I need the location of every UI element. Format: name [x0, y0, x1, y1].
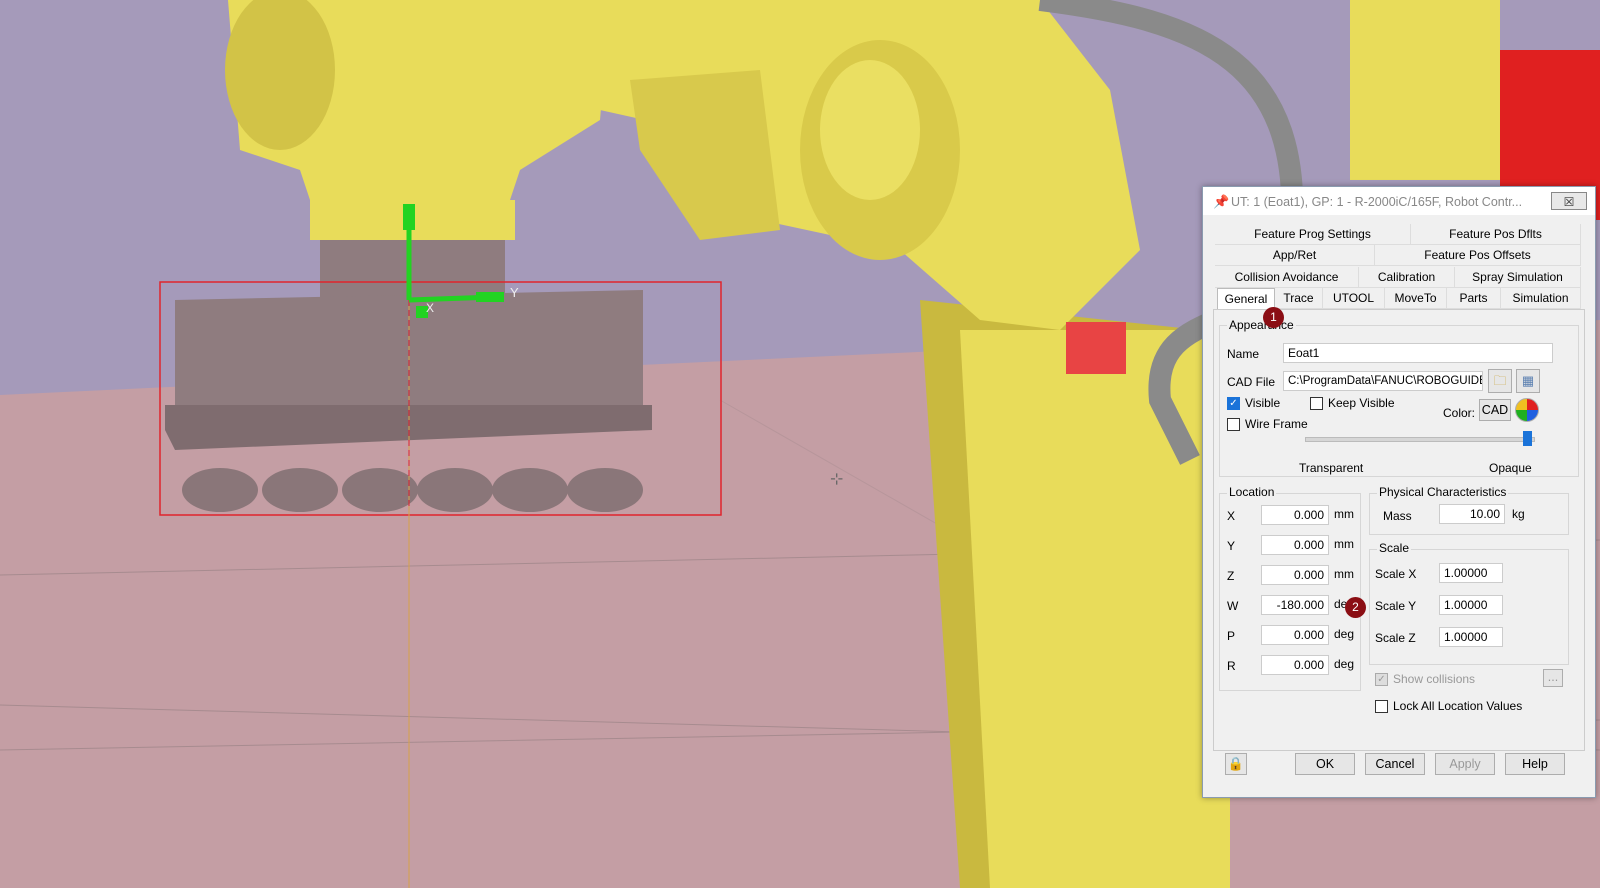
location-unit: deg	[1334, 627, 1355, 641]
tab-collision-avoidance[interactable]: Collision Avoidance	[1215, 267, 1359, 288]
robot-column	[960, 330, 1230, 888]
tab-moveto[interactable]: MoveTo	[1385, 288, 1447, 309]
lock-location-checkbox[interactable]	[1375, 700, 1388, 713]
scale-input[interactable]: 1.00000	[1439, 595, 1503, 615]
robot-joint-highlight	[820, 60, 920, 200]
cancel-button[interactable]: Cancel	[1365, 753, 1425, 775]
robot-yellow-part	[1350, 0, 1500, 180]
location-unit: deg	[1334, 657, 1355, 671]
cad-library-icon[interactable]: ▦	[1516, 369, 1540, 393]
location-axis-label: W	[1227, 599, 1239, 613]
transparent-label: Transparent	[1299, 461, 1364, 475]
location-unit: mm	[1334, 507, 1354, 521]
x-axis-label: X	[426, 301, 434, 315]
show-collisions-label: Show collisions	[1393, 672, 1476, 686]
location-axis-label: Z	[1227, 569, 1235, 583]
physical-group-label: Physical Characteristics	[1377, 485, 1509, 499]
pin-icon[interactable]: 📌	[1213, 194, 1229, 210]
name-input[interactable]: Eoat1	[1283, 343, 1553, 363]
scale-label: Scale Z	[1375, 631, 1416, 645]
wire-frame-label: Wire Frame	[1245, 417, 1308, 431]
opacity-slider-thumb[interactable]	[1523, 431, 1532, 446]
location-w-input[interactable]: -180.000	[1261, 595, 1329, 615]
wire-frame-checkbox[interactable]	[1227, 418, 1240, 431]
flange	[320, 240, 505, 300]
tab-spray-simulation[interactable]: Spray Simulation	[1455, 267, 1581, 288]
tab-trace[interactable]: Trace	[1275, 288, 1323, 309]
name-label: Name	[1227, 347, 1260, 361]
close-button[interactable]: ☒	[1551, 192, 1587, 210]
show-collisions-checkbox: ✓	[1375, 673, 1388, 686]
location-axis-label: X	[1227, 509, 1236, 523]
lock-icon[interactable]: 🔒	[1225, 753, 1247, 775]
help-button[interactable]: Help	[1505, 753, 1565, 775]
y-axis-tip	[476, 292, 504, 302]
robot-red-part	[1066, 322, 1126, 374]
lock-location-label: Lock All Location Values	[1393, 699, 1523, 713]
color-picker-icon[interactable]	[1515, 398, 1539, 422]
scale-input[interactable]: 1.00000	[1439, 627, 1503, 647]
tab-calibration[interactable]: Calibration	[1359, 267, 1455, 288]
collisions-more-button: ...	[1543, 669, 1563, 687]
location-unit: mm	[1334, 567, 1354, 581]
appearance-group-label: Appearance	[1227, 318, 1296, 332]
tab-general[interactable]: General	[1217, 288, 1275, 309]
opaque-label: Opaque	[1489, 461, 1532, 475]
tab-app-ret[interactable]: App/Ret	[1215, 245, 1375, 266]
apply-button: Apply	[1435, 753, 1495, 775]
step-badge-2: 2	[1345, 597, 1366, 618]
color-label: Color:	[1443, 406, 1476, 420]
location-z-input[interactable]: 0.000	[1261, 565, 1329, 585]
tab-simulation[interactable]: Simulation	[1501, 288, 1581, 309]
location-axis-label: Y	[1227, 539, 1236, 553]
tab-feature-pos-dflts[interactable]: Feature Pos Dflts	[1411, 224, 1581, 245]
cad-color-button[interactable]: CAD	[1479, 399, 1511, 421]
dialog-titlebar[interactable]: 📌 UT: 1 (Eoat1), GP: 1 - R-2000iC/165F, …	[1203, 187, 1595, 215]
scale-label: Scale X	[1375, 567, 1417, 581]
tool-properties-dialog[interactable]: 📌 UT: 1 (Eoat1), GP: 1 - R-2000iC/165F, …	[1202, 186, 1596, 798]
scale-group-label: Scale	[1377, 541, 1412, 555]
location-p-input[interactable]: 0.000	[1261, 625, 1329, 645]
ok-button[interactable]: OK	[1295, 753, 1355, 775]
cad-file-label: CAD File	[1227, 375, 1276, 389]
location-y-input[interactable]: 0.000	[1261, 535, 1329, 555]
opacity-slider-track[interactable]	[1305, 437, 1535, 442]
scale-label: Scale Y	[1375, 599, 1417, 613]
y-axis-label: Y	[510, 285, 519, 300]
crosshair-cursor-icon: ⊹	[830, 469, 843, 488]
location-x-input[interactable]: 0.000	[1261, 505, 1329, 525]
folder-open-icon[interactable]: 🗀	[1488, 369, 1512, 393]
keep-visible-checkbox[interactable]	[1310, 397, 1323, 410]
location-group-label: Location	[1227, 485, 1277, 499]
visible-label: Visible	[1245, 396, 1281, 410]
tab-parts[interactable]: Parts	[1447, 288, 1501, 309]
tab-feature-pos-offsets[interactable]: Feature Pos Offsets	[1375, 245, 1581, 266]
cad-file-input[interactable]: C:\ProgramData\FANUC\ROBOGUIDE	[1283, 371, 1483, 391]
location-r-input[interactable]: 0.000	[1261, 655, 1329, 675]
mass-unit: kg	[1512, 507, 1525, 521]
keep-visible-label: Keep Visible	[1328, 396, 1395, 410]
dialog-title: UT: 1 (Eoat1), GP: 1 - R-2000iC/165F, Ro…	[1231, 195, 1523, 209]
visible-checkbox[interactable]: ✓	[1227, 397, 1240, 410]
step-badge-1: 1	[1263, 307, 1284, 328]
location-unit: mm	[1334, 537, 1354, 551]
location-axis-label: R	[1227, 659, 1236, 673]
mass-label: Mass	[1383, 509, 1412, 523]
tab-feature-prog-settings[interactable]: Feature Prog Settings	[1215, 224, 1411, 245]
z-axis-tip	[403, 204, 415, 230]
mass-input[interactable]: 10.00	[1439, 504, 1505, 524]
location-axis-label: P	[1227, 629, 1236, 643]
tab-utool[interactable]: UTOOL	[1323, 288, 1385, 309]
scale-input[interactable]: 1.00000	[1439, 563, 1503, 583]
